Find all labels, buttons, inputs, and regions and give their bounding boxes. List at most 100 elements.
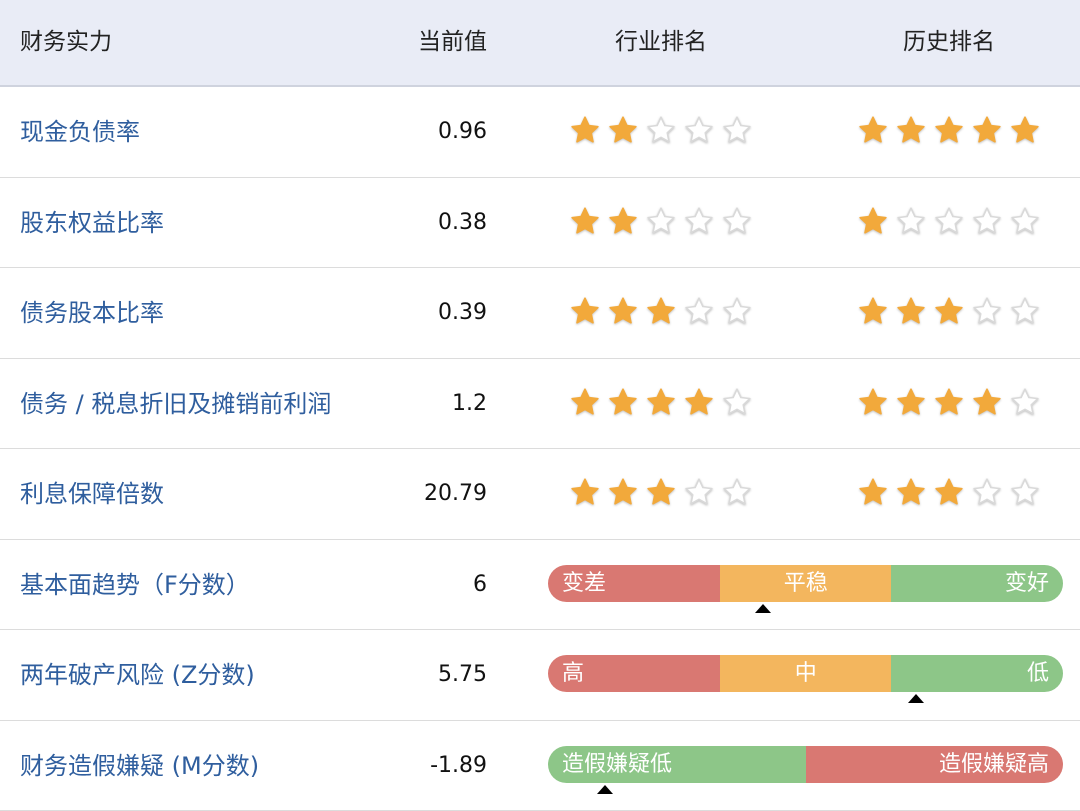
star-filled-icon (608, 206, 638, 236)
star-filled-icon (896, 115, 926, 145)
score-segment: 中 (720, 655, 891, 692)
metric-value: 6 (473, 540, 487, 630)
score-segment: 变好 (891, 565, 1062, 602)
score-marker-icon (755, 604, 771, 613)
header-name: 财务实力 (20, 0, 112, 85)
score-range-bar: 变差平稳变好 (548, 565, 1063, 602)
star-empty-icon (1010, 387, 1040, 417)
star-filled-icon (570, 296, 600, 326)
star-empty-icon (722, 387, 752, 417)
star-filled-icon (608, 115, 638, 145)
score-segment: 造假嫌疑高 (806, 746, 1064, 783)
metric-name-link[interactable]: 基本面趋势（F分数） (20, 540, 250, 630)
star-empty-icon (934, 206, 964, 236)
star-empty-icon (684, 477, 714, 507)
table-row: 两年破产风险 (Z分数) 5.75 高中低 (0, 630, 1080, 721)
star-filled-icon (570, 115, 600, 145)
score-segment: 变差 (548, 565, 720, 602)
industry-rank-stars (570, 115, 752, 145)
star-filled-icon (570, 387, 600, 417)
star-empty-icon (684, 206, 714, 236)
star-empty-icon (684, 296, 714, 326)
star-empty-icon (722, 296, 752, 326)
metric-value: 0.96 (438, 87, 487, 177)
table-row: 基本面趋势（F分数） 6 变差平稳变好 (0, 540, 1080, 631)
history-rank-stars (858, 296, 1040, 326)
star-empty-icon (1010, 477, 1040, 507)
star-filled-icon (896, 477, 926, 507)
star-empty-icon (684, 115, 714, 145)
star-filled-icon (570, 477, 600, 507)
table-row: 债务 / 税息折旧及摊销前利润 1.2 (0, 359, 1080, 450)
star-filled-icon (972, 115, 1002, 145)
star-filled-icon (608, 477, 638, 507)
star-filled-icon (896, 296, 926, 326)
star-empty-icon (722, 115, 752, 145)
history-rank-stars (858, 477, 1040, 507)
star-filled-icon (934, 477, 964, 507)
metric-name-link[interactable]: 债务 / 税息折旧及摊销前利润 (20, 359, 331, 449)
star-empty-icon (722, 477, 752, 507)
metric-value: 1.2 (452, 359, 487, 449)
metric-value: 0.38 (438, 178, 487, 268)
star-empty-icon (972, 206, 1002, 236)
metric-name-link[interactable]: 现金负债率 (20, 87, 140, 177)
star-empty-icon (722, 206, 752, 236)
star-filled-icon (896, 387, 926, 417)
star-filled-icon (646, 477, 676, 507)
metric-name-link[interactable]: 股东权益比率 (20, 178, 164, 268)
star-filled-icon (646, 387, 676, 417)
star-empty-icon (972, 296, 1002, 326)
header-history-rank: 历史排名 (836, 0, 1062, 85)
industry-rank-stars (570, 477, 752, 507)
metric-value: 5.75 (438, 630, 487, 720)
star-filled-icon (1010, 115, 1040, 145)
industry-rank-stars (570, 206, 752, 236)
star-filled-icon (646, 296, 676, 326)
star-empty-icon (1010, 206, 1040, 236)
table-row: 债务股本比率 0.39 (0, 268, 1080, 359)
header-industry-rank: 行业排名 (548, 0, 774, 85)
table-row: 财务造假嫌疑 (M分数) -1.89 造假嫌疑低造假嫌疑高 (0, 721, 1080, 811)
star-empty-icon (646, 115, 676, 145)
table-row: 利息保障倍数 20.79 (0, 449, 1080, 540)
star-filled-icon (934, 115, 964, 145)
star-empty-icon (896, 206, 926, 236)
metric-name-link[interactable]: 财务造假嫌疑 (M分数) (20, 721, 259, 811)
score-range-bar: 高中低 (548, 655, 1063, 692)
metric-value: -1.89 (430, 721, 487, 811)
star-filled-icon (934, 296, 964, 326)
metric-name-link[interactable]: 两年破产风险 (Z分数) (20, 630, 255, 720)
metric-name-link[interactable]: 债务股本比率 (20, 268, 164, 358)
metric-value: 20.79 (424, 449, 487, 539)
star-empty-icon (646, 206, 676, 236)
star-empty-icon (972, 477, 1002, 507)
header-value: 当前值 (418, 0, 487, 85)
score-segment: 平稳 (720, 565, 891, 602)
history-rank-stars (858, 387, 1040, 417)
star-filled-icon (858, 477, 888, 507)
score-marker-icon (908, 694, 924, 703)
star-filled-icon (608, 296, 638, 326)
table-header: 财务实力 当前值 行业排名 历史排名 (0, 0, 1080, 87)
history-rank-stars (858, 206, 1040, 236)
score-segment: 低 (891, 655, 1062, 692)
score-segment: 高 (548, 655, 720, 692)
star-filled-icon (858, 206, 888, 236)
metric-value: 0.39 (438, 268, 487, 358)
history-rank-stars (858, 115, 1040, 145)
star-empty-icon (1010, 296, 1040, 326)
table-row: 股东权益比率 0.38 (0, 178, 1080, 269)
star-filled-icon (684, 387, 714, 417)
metric-name-link[interactable]: 利息保障倍数 (20, 449, 164, 539)
score-marker-icon (597, 785, 613, 794)
star-filled-icon (570, 206, 600, 236)
star-filled-icon (934, 387, 964, 417)
industry-rank-stars (570, 296, 752, 326)
star-filled-icon (858, 387, 888, 417)
table-row: 现金负债率 0.96 (0, 87, 1080, 178)
industry-rank-stars (570, 387, 752, 417)
star-filled-icon (972, 387, 1002, 417)
score-segment: 造假嫌疑低 (548, 746, 806, 783)
star-filled-icon (858, 115, 888, 145)
